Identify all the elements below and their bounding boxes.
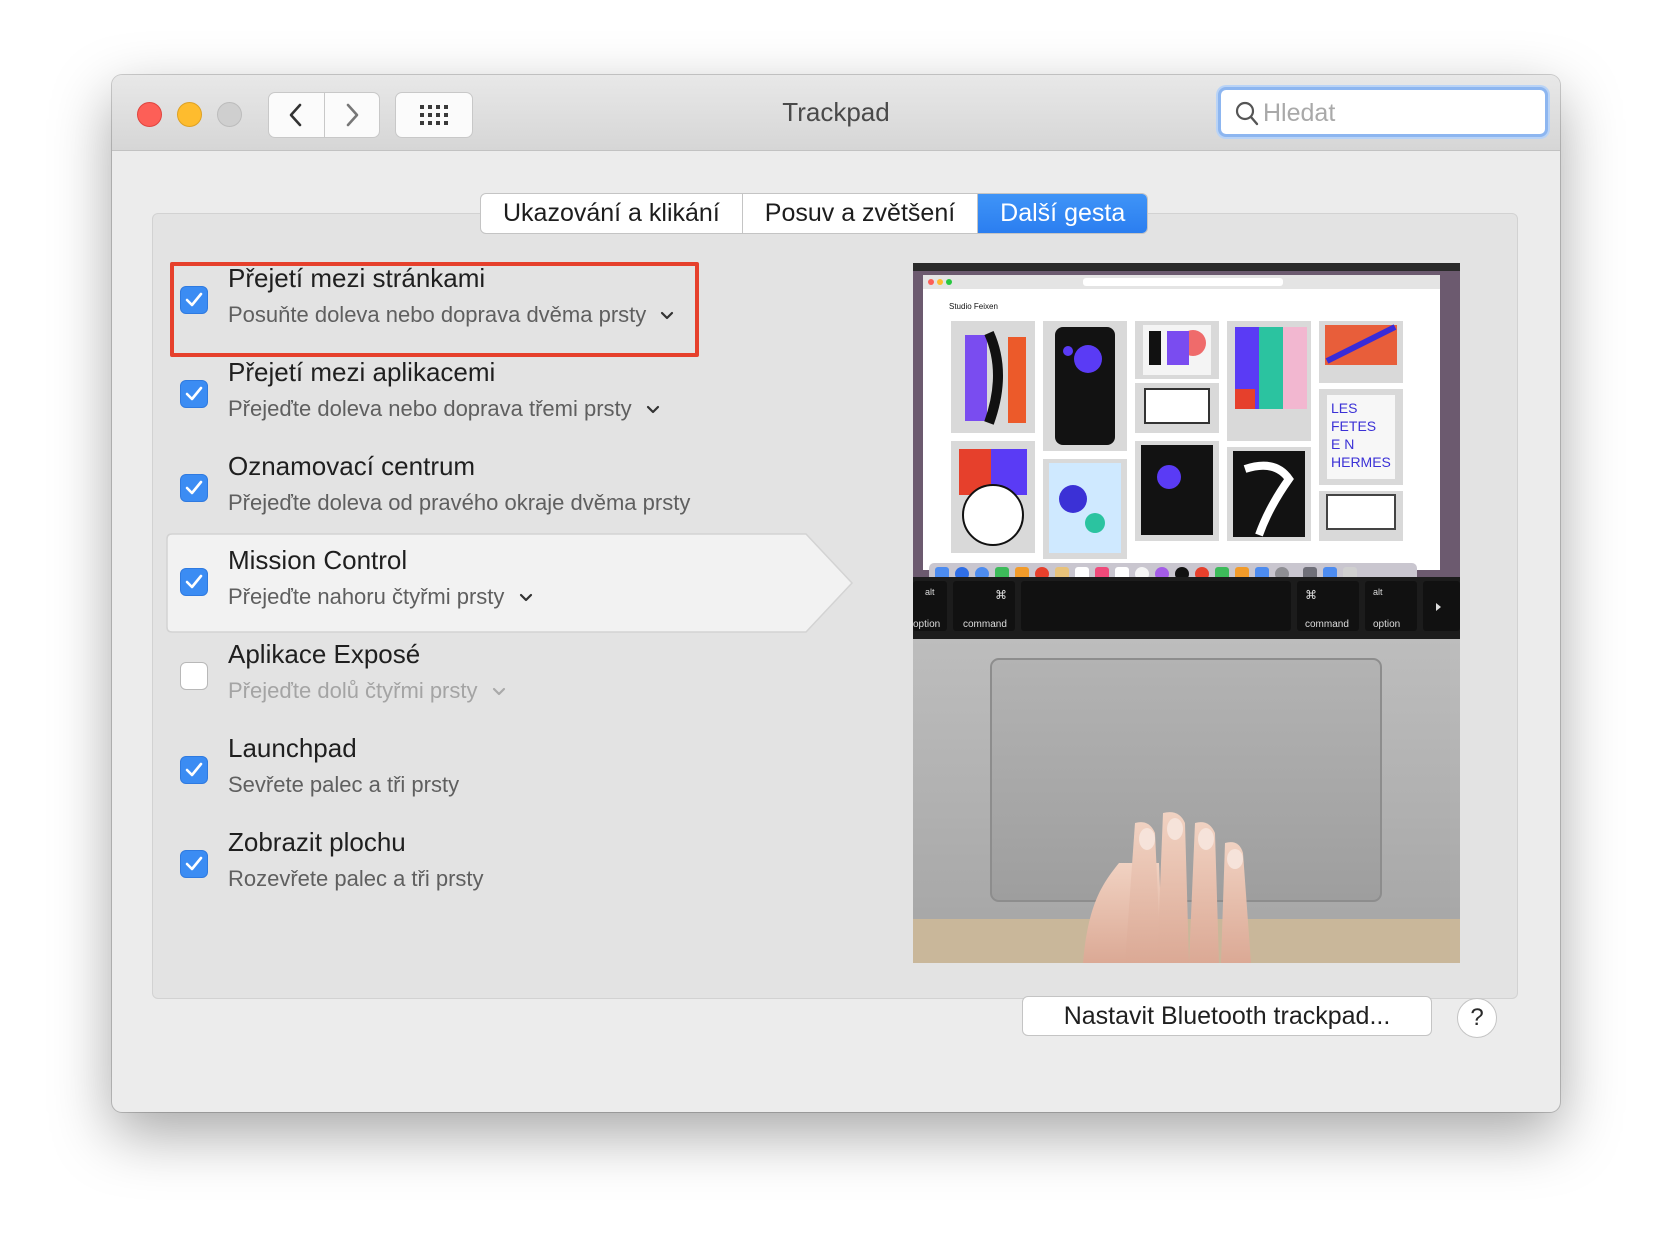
checkbox-mission-control[interactable]	[180, 568, 208, 596]
checkbox-swipe-between-apps[interactable]	[180, 380, 208, 408]
key-cmd-symbol-left: ⌘	[995, 588, 1007, 602]
gesture-subtitle: Sevřete palec a tři prsty	[228, 772, 460, 797]
gesture-preview: Studio Feixen LES FETES E N HERMES alt o…	[913, 263, 1460, 963]
svg-text:FETES: FETES	[1331, 418, 1376, 434]
tab-bar: Ukazování a klikání Posuv a zvětšení Dal…	[480, 193, 1149, 234]
checkbox-launchpad[interactable]	[180, 756, 208, 784]
gesture-notification-center: Oznamovací centrum Přejeďte doleva od pr…	[168, 439, 848, 539]
gesture-show-desktop: Zobrazit plochu Rozevřete palec a tři pr…	[168, 815, 848, 915]
chevron-down-icon	[492, 688, 505, 696]
chevron-down-icon	[646, 406, 659, 414]
preview-site-name: Studio Feixen	[949, 302, 998, 311]
gesture-subtitle: Přejeďte doleva nebo doprava třemi prsty	[228, 396, 632, 421]
gesture-title: Oznamovací centrum	[228, 451, 476, 481]
gesture-subtitle: Rozevřete palec a tři prsty	[228, 866, 484, 891]
gesture-subtitle: Přejeďte nahoru čtyřmi prsty	[228, 584, 505, 609]
search-icon	[1235, 101, 1259, 126]
gesture-title: Zobrazit plochu	[228, 827, 406, 857]
gesture-title: Mission Control	[228, 545, 408, 575]
key-option-right: option	[1373, 619, 1400, 630]
checkmark-icon	[185, 386, 203, 401]
svg-text:HERMES: HERMES	[1331, 454, 1391, 470]
gesture-launchpad: Launchpad Sevřete palec a tři prsty	[168, 721, 848, 821]
gesture-title: Přejetí mezi aplikacemi	[228, 357, 496, 387]
gesture-title: Aplikace Exposé	[228, 639, 421, 669]
gesture-mission-control[interactable]: Mission Control Přejeďte nahoru čtyřmi p…	[166, 533, 854, 633]
help-button[interactable]: ?	[1457, 998, 1497, 1038]
setup-bluetooth-trackpad-button[interactable]: Nastavit Bluetooth trackpad...	[1022, 996, 1432, 1036]
gesture-subtitle: Přejeďte doleva od pravého okraje dvěma …	[228, 490, 691, 515]
tab-point-and-click[interactable]: Ukazování a klikání	[481, 194, 742, 233]
checkbox-app-expose[interactable]	[180, 662, 208, 690]
gesture-option-dropdown[interactable]: Přejeďte nahoru čtyřmi prsty	[228, 584, 533, 610]
gesture-app-expose: Aplikace Exposé Přejeďte dolů čtyřmi prs…	[168, 627, 848, 727]
checkbox-show-desktop[interactable]	[180, 850, 208, 878]
tab-scroll-and-zoom[interactable]: Posuv a zvětšení	[741, 194, 977, 233]
checkmark-icon	[185, 574, 203, 589]
key-alt-left: alt	[925, 587, 935, 597]
annotation-highlight-box	[170, 262, 699, 357]
gesture-option-dropdown[interactable]: Přejeďte doleva nebo doprava třemi prsty	[228, 396, 660, 422]
checkmark-icon	[185, 762, 203, 777]
titlebar: Trackpad	[112, 75, 1560, 151]
checkmark-icon	[185, 480, 203, 495]
checkbox-notification-center[interactable]	[180, 474, 208, 502]
gesture-title: Launchpad	[228, 733, 357, 763]
svg-text:LES: LES	[1331, 400, 1357, 416]
tab-more-gestures[interactable]: Další gesta	[977, 194, 1148, 233]
key-alt-right: alt	[1373, 587, 1383, 597]
search-input[interactable]	[1263, 96, 1533, 130]
key-command-right: command	[1305, 619, 1349, 630]
key-cmd-symbol-right: ⌘	[1305, 588, 1317, 602]
search-field[interactable]	[1218, 87, 1548, 137]
gesture-subtitle: Přejeďte dolů čtyřmi prsty	[228, 678, 478, 703]
checkmark-icon	[185, 856, 203, 871]
svg-text:E N: E N	[1331, 436, 1354, 452]
gesture-preview-illustration: Studio Feixen LES FETES E N HERMES alt o…	[913, 263, 1460, 963]
key-command-left: command	[963, 619, 1007, 630]
gesture-swipe-between-apps: Přejetí mezi aplikacemi Přejeďte doleva …	[168, 345, 848, 445]
key-option-left: option	[913, 619, 940, 630]
chevron-down-icon	[519, 594, 532, 602]
gesture-option-dropdown[interactable]: Přejeďte dolů čtyřmi prsty	[228, 678, 506, 704]
